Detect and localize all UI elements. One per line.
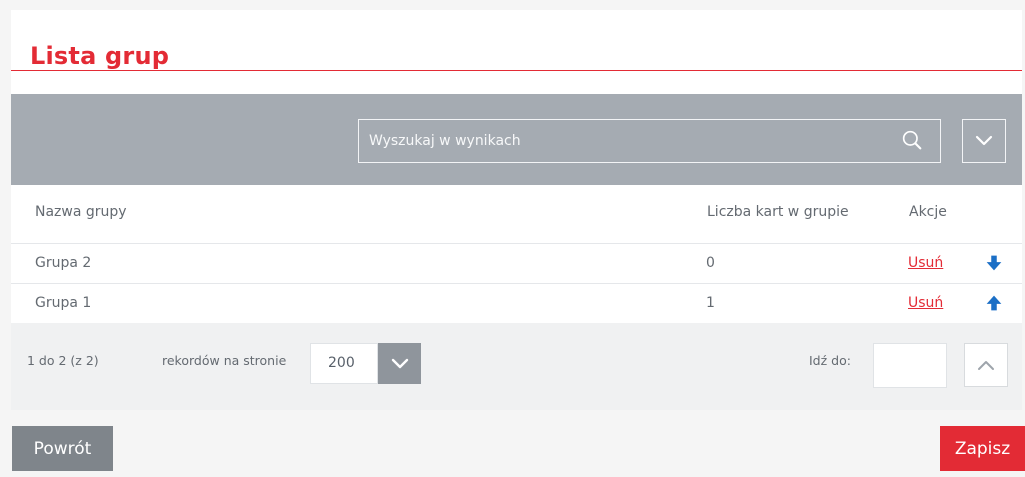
title-divider — [11, 70, 1022, 71]
delete-link[interactable]: Usuń — [908, 295, 943, 311]
search-icon[interactable] — [902, 130, 922, 150]
arrow-down-icon[interactable] — [983, 252, 1005, 274]
header-actions: Akcje — [909, 204, 947, 220]
pagination-footer: 1 do 2 (z 2) rekordów na stronie Idź do: — [11, 323, 1022, 410]
header-card-count: Liczba kart w grupie — [707, 204, 849, 220]
records-per-page-value: 200 — [328, 355, 355, 371]
results-options-button[interactable] — [962, 119, 1006, 163]
chevron-up-icon — [978, 361, 994, 370]
page-up-button[interactable] — [964, 343, 1008, 387]
card-count-cell: 1 — [706, 295, 715, 311]
page-title: Lista grup — [30, 42, 170, 71]
header-group-name: Nazwa grupy — [35, 204, 127, 220]
search-box[interactable] — [358, 119, 941, 163]
pagination-range: 1 do 2 (z 2) — [27, 353, 99, 368]
delete-link[interactable]: Usuń — [908, 255, 943, 271]
groups-list-page: Lista grup Nazwa grupy Liczba kart w gru… — [0, 0, 1025, 477]
card-count-cell: 0 — [706, 255, 715, 271]
table-row: Grupa 2 0 Usuń — [11, 244, 1022, 284]
table-row: Grupa 1 1 Usuń — [11, 284, 1022, 324]
group-name-cell: Grupa 1 — [35, 295, 92, 311]
go-to-label: Idź do: — [809, 353, 851, 368]
records-per-page-label: rekordów na stronie — [162, 353, 287, 368]
back-button[interactable]: Powrót — [12, 426, 113, 471]
group-name-cell: Grupa 2 — [35, 255, 92, 271]
chevron-down-icon — [391, 358, 408, 368]
arrow-up-icon[interactable] — [983, 292, 1005, 314]
search-input[interactable] — [369, 120, 879, 162]
chevron-down-icon — [975, 135, 993, 146]
records-per-page-select[interactable]: 200 — [310, 343, 378, 384]
save-button[interactable]: Zapisz — [940, 426, 1025, 471]
go-to-page-input[interactable] — [873, 343, 947, 388]
records-per-page-dropdown-button[interactable] — [378, 343, 421, 384]
table-header: Nazwa grupy Liczba kart w grupie Akcje — [11, 185, 1022, 244]
